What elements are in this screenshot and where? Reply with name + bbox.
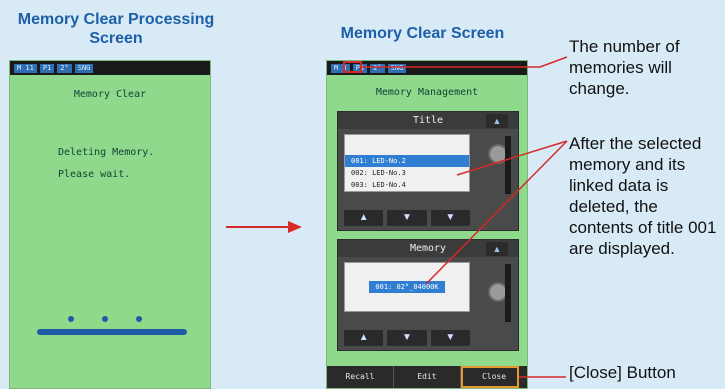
status-single: SNG — [387, 63, 407, 73]
status-single: SNG — [74, 63, 94, 73]
up-arrow-button[interactable]: ▲ — [344, 210, 384, 226]
memory-panel: Memory 001: 02°_04000K ▲ ▲ ▼ ▼ — [337, 239, 519, 351]
status-angle: 2° — [57, 63, 72, 73]
list-item[interactable] — [345, 143, 469, 155]
list-item[interactable]: 003: LED-No.4 — [345, 179, 469, 191]
screen-title: Memory Management — [375, 87, 479, 98]
scroll-rail[interactable] — [505, 264, 511, 322]
list-item[interactable]: 002: LED-No.3 — [345, 167, 469, 179]
progress-dot — [136, 316, 142, 322]
memory-count-highlight — [343, 61, 362, 73]
bottom-arrow-button[interactable]: ▼ — [430, 330, 470, 346]
note-memory-deleted: After the selected memory and its linked… — [569, 134, 717, 258]
screen-title: Memory Clear — [73, 89, 147, 100]
status-mode: P1 — [39, 63, 55, 73]
memory-clear-processing-screen: M 11 P1 2° SNG Memory Clear Deleting Mem… — [9, 60, 211, 389]
memory-arrow-row: ▲ ▼ ▼ — [344, 330, 470, 346]
caption-clear-screen: Memory Clear Screen — [340, 25, 505, 42]
progress-dot — [68, 316, 74, 322]
caption-processing-screen: Memory Clear Processing Screen — [17, 11, 215, 47]
progress-dot — [102, 316, 108, 322]
list-item-selected[interactable]: 001: LED-No.2 — [345, 155, 469, 167]
memory-clear-screen: M 3 P1 2° SNG Memory Management Title 00… — [326, 60, 528, 389]
close-button-highlight — [461, 366, 519, 388]
wait-message: Please wait. — [58, 169, 131, 180]
status-memory-count: M 11 — [14, 63, 37, 73]
transition-arrow-icon — [288, 221, 302, 233]
title-arrow-row: ▲ ▼ ▼ — [344, 210, 470, 226]
note-close-button: [Close] Button — [569, 363, 676, 382]
memory-list[interactable]: 001: 02°_04000K — [344, 262, 470, 312]
status-angle: 2° — [370, 63, 385, 73]
title-scroll-controls: ▲ — [476, 114, 512, 212]
memory-scroll-controls: ▲ — [476, 242, 512, 340]
scroll-rail[interactable] — [505, 136, 511, 194]
note-memories-change: The number of memories will change. — [569, 37, 680, 98]
up-arrow-button[interactable]: ▲ — [344, 330, 384, 346]
down-arrow-button[interactable]: ▼ — [387, 330, 427, 346]
scroll-top-button[interactable]: ▲ — [486, 114, 508, 128]
deleting-message: Deleting Memory. — [58, 147, 155, 158]
status-bar: M 11 P1 2° SNG — [10, 61, 210, 75]
title-list[interactable]: 001: LED-No.2 002: LED-No.3 003: LED-No.… — [344, 134, 470, 192]
title-panel: Title 001: LED-No.2 002: LED-No.3 003: L… — [337, 111, 519, 231]
down-arrow-button[interactable]: ▼ — [387, 210, 427, 226]
edit-button[interactable]: Edit — [394, 366, 461, 388]
recall-button[interactable]: Recall — [327, 366, 394, 388]
memory-item-selected[interactable]: 001: 02°_04000K — [345, 281, 469, 293]
scroll-top-button[interactable]: ▲ — [486, 242, 508, 256]
bottom-arrow-button[interactable]: ▼ — [430, 210, 470, 226]
progress-bar — [37, 329, 187, 335]
